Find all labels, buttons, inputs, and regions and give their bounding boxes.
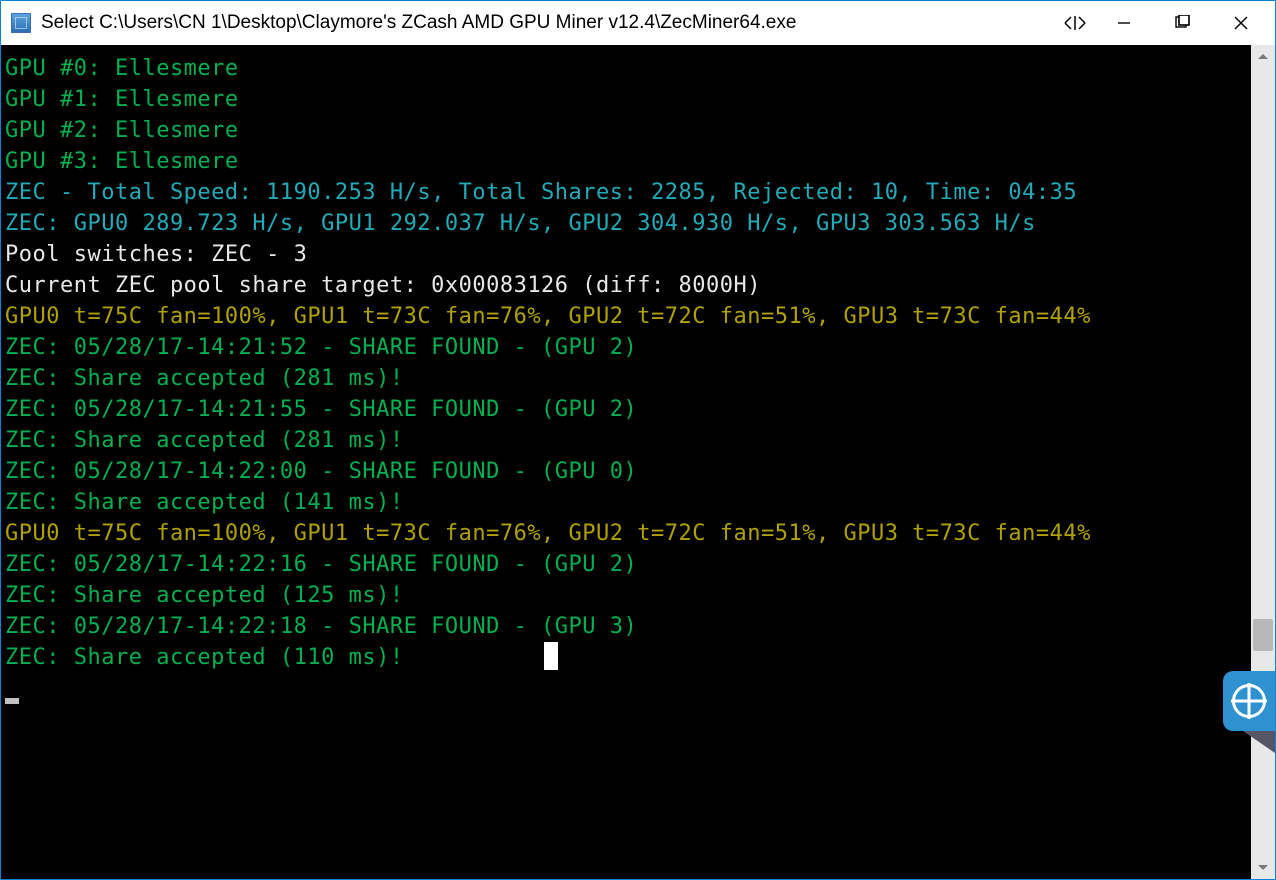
prompt-cursor [5, 698, 19, 704]
console-line: ZEC: Share accepted (141 ms)! [5, 490, 404, 515]
close-button[interactable] [1211, 1, 1271, 45]
console-line: GPU0 t=75C fan=100%, GPU1 t=73C fan=76%,… [5, 304, 1091, 329]
console-line: GPU #1: Ellesmere [5, 87, 239, 112]
teamviewer-panel[interactable] [1223, 671, 1275, 747]
app-icon [11, 13, 31, 33]
titlebar[interactable]: Select C:\Users\CN 1\Desktop\Claymore's … [1, 1, 1275, 45]
console-line: GPU #2: Ellesmere [5, 118, 239, 143]
console-line: Pool switches: ZEC - 3 [5, 242, 307, 267]
console-line: GPU #3: Ellesmere [5, 149, 239, 174]
panel-handle-icon[interactable] [1243, 731, 1275, 753]
chevron-down-icon [1257, 861, 1269, 873]
window-title: Select C:\Users\CN 1\Desktop\Claymore's … [41, 12, 1061, 34]
resize-grip-icon [1061, 14, 1089, 32]
console-line: ZEC: Share accepted (125 ms)! [5, 583, 404, 608]
window-controls [1095, 1, 1271, 45]
console-line: Current ZEC pool share target: 0x0008312… [5, 273, 761, 298]
console-line: GPU #0: Ellesmere [5, 56, 239, 81]
teamviewer-icon[interactable] [1223, 671, 1275, 731]
console-line: ZEC: 05/28/17-14:22:16 - SHARE FOUND - (… [5, 552, 637, 577]
console-line: ZEC: Share accepted (110 ms)! [5, 645, 404, 670]
console-line: ZEC: 05/28/17-14:21:55 - SHARE FOUND - (… [5, 397, 637, 422]
client-area: GPU #0: Ellesmere GPU #1: Ellesmere GPU #2… [1, 45, 1275, 879]
text-cursor [544, 642, 558, 670]
console-line: ZEC: 05/28/17-14:21:52 - SHARE FOUND - (… [5, 335, 637, 360]
vertical-scrollbar[interactable] [1251, 45, 1275, 879]
terminal-window: Select C:\Users\CN 1\Desktop\Claymore's … [0, 0, 1276, 880]
scroll-up-button[interactable] [1251, 45, 1275, 69]
console-line: ZEC: Share accepted (281 ms)! [5, 366, 404, 391]
console-line: ZEC: Share accepted (281 ms)! [5, 428, 404, 453]
console-line: ZEC: GPU0 289.723 H/s, GPU1 292.037 H/s,… [5, 211, 1036, 236]
console-line: ZEC: 05/28/17-14:22:00 - SHARE FOUND - (… [5, 459, 637, 484]
scroll-down-button[interactable] [1251, 855, 1275, 879]
scrollbar-thumb[interactable] [1253, 619, 1273, 651]
console-line: ZEC: 05/28/17-14:22:18 - SHARE FOUND - (… [5, 614, 637, 639]
chevron-up-icon [1257, 51, 1269, 63]
console-line: ZEC - Total Speed: 1190.253 H/s, Total S… [5, 180, 1077, 205]
minimize-button[interactable] [1095, 1, 1153, 45]
console-output[interactable]: GPU #0: Ellesmere GPU #1: Ellesmere GPU #2… [1, 45, 1251, 879]
maximize-button[interactable] [1153, 1, 1211, 45]
console-line: GPU0 t=75C fan=100%, GPU1 t=73C fan=76%,… [5, 521, 1091, 546]
